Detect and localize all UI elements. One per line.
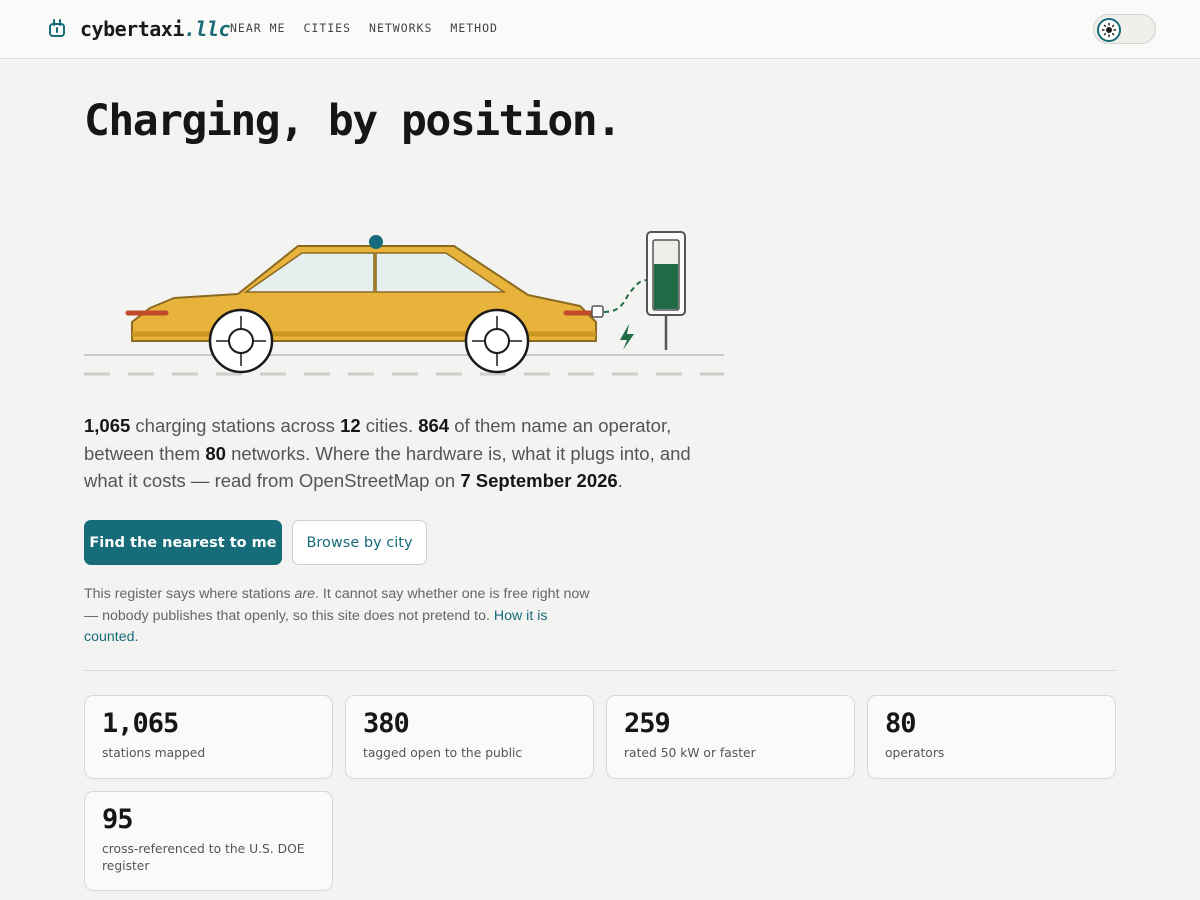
browse-by-city-button[interactable]: Browse by city (292, 520, 427, 565)
cities-count: 12 (340, 415, 361, 436)
nav-near-me[interactable]: NEAR ME (230, 21, 285, 35)
theme-toggle[interactable] (1093, 14, 1156, 44)
brand-name: cybertaxi (80, 17, 184, 41)
stat-value: 80 (885, 708, 917, 739)
stat-card-public: 380 tagged open to the public (345, 695, 594, 779)
page-title: Charging, by position. (84, 96, 622, 146)
stat-label: operators (885, 746, 945, 760)
main-nav: NEAR ME CITIES NETWORKS METHOD (230, 21, 516, 35)
nav-networks[interactable]: NETWORKS (369, 21, 432, 35)
nav-cities[interactable]: CITIES (303, 21, 351, 35)
section-divider (84, 670, 1116, 671)
stations-count: 1,065 (84, 415, 131, 436)
top-navigation-bar: cybertaxi .llc NEAR ME CITIES NETWORKS ME… (0, 0, 1200, 59)
brand-tld: .llc (183, 17, 231, 41)
networks-count: 80 (205, 442, 226, 464)
stat-value: 259 (624, 708, 671, 739)
stat-card-fast: 259 rated 50 kW or faster (606, 695, 855, 779)
nav-method[interactable]: METHOD (450, 21, 498, 35)
stat-value: 95 (102, 804, 134, 835)
named-operator-count: 864 (418, 415, 450, 436)
intro-paragraph: 1,065 charging stations across 12 cities… (84, 415, 691, 491)
stat-label: rated 50 kW or faster (624, 746, 756, 760)
plug-icon (48, 19, 66, 39)
data-date: 7 September 2026 (460, 470, 618, 491)
find-nearest-button[interactable]: Find the nearest to me (84, 520, 282, 565)
stat-label: tagged open to the public (363, 746, 523, 760)
stat-card-operators: 80 operators (867, 695, 1116, 779)
stat-label: cross-referenced to the U.S. DOE registe… (102, 842, 305, 873)
stat-label: stations mapped (102, 746, 206, 760)
stat-value: 1,065 (102, 708, 179, 739)
brand-logo-link[interactable]: cybertaxi .llc (48, 16, 231, 42)
caveat-note: This register says where stations are. I… (84, 586, 590, 645)
sun-icon (1097, 18, 1121, 42)
taxi-charging-illustration (84, 228, 724, 380)
stat-card-stations: 1,065 stations mapped (84, 695, 333, 779)
stat-card-doe: 95 cross-referenced to the U.S. DOE regi… (84, 791, 333, 891)
stat-value: 380 (363, 708, 410, 739)
